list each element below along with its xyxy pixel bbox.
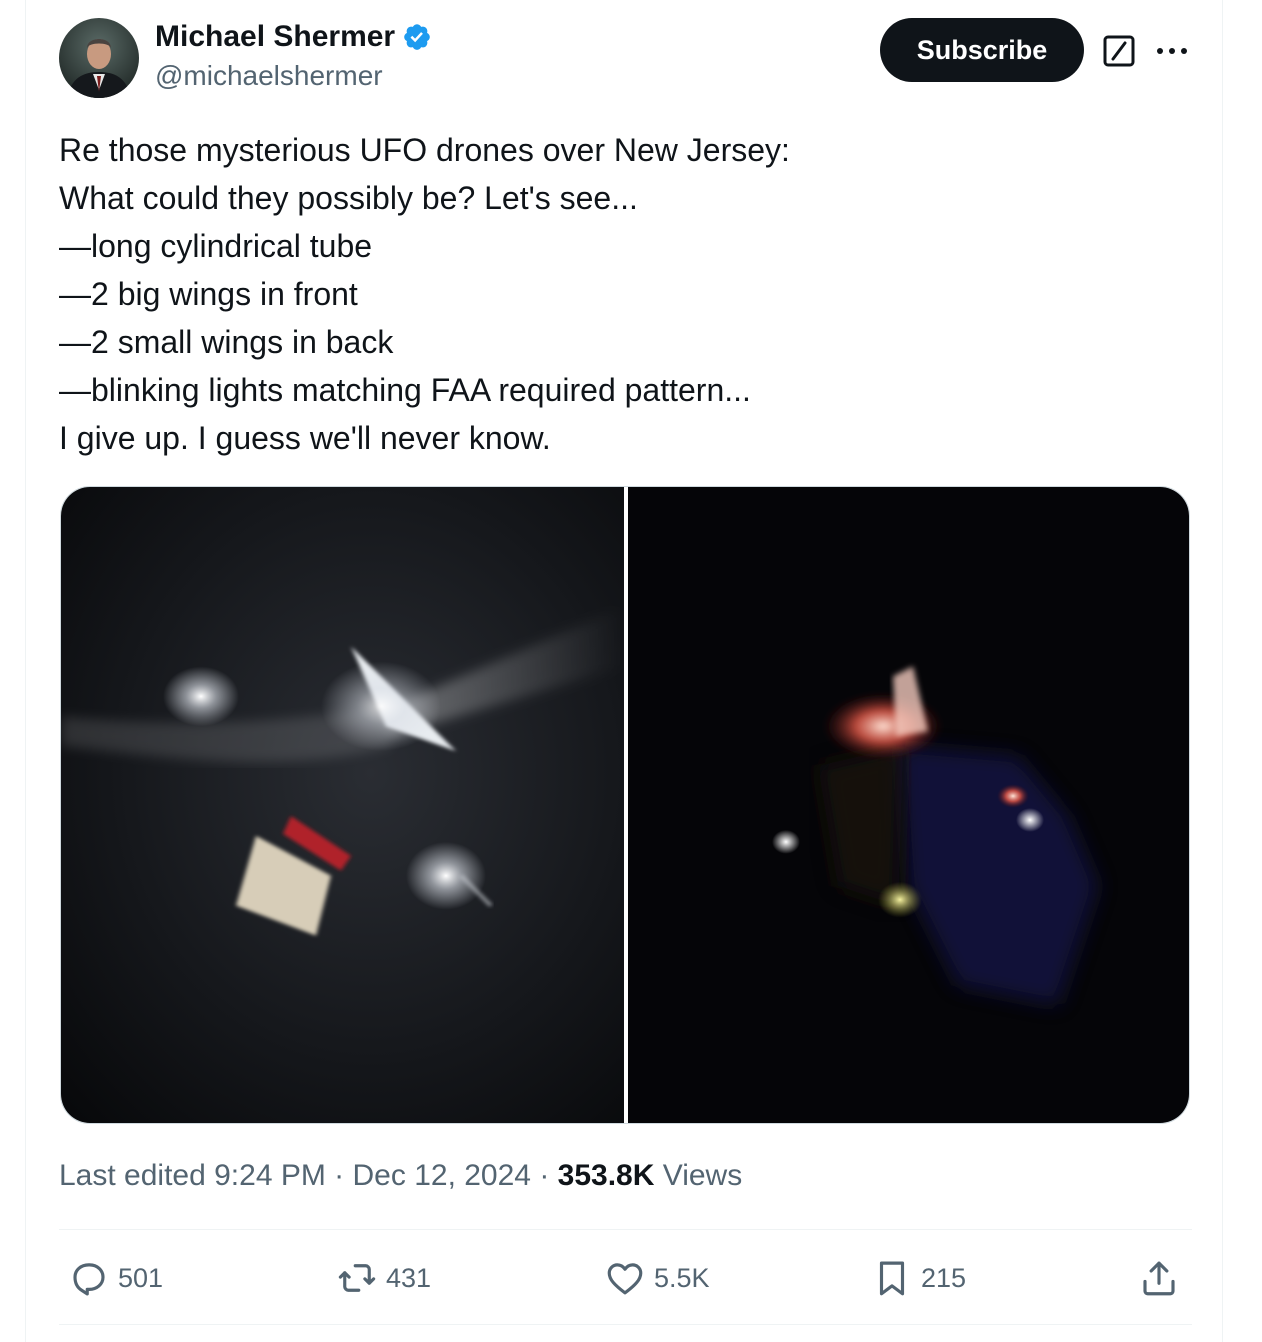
edited-label[interactable]: Last edited 9:24 PM xyxy=(59,1159,326,1192)
reply-count: 501 xyxy=(118,1262,164,1293)
tweet-line: —blinking lights matching FAA required p… xyxy=(59,372,751,408)
reply-button[interactable]: 501 xyxy=(68,1256,163,1300)
subscribe-button[interactable]: Subscribe xyxy=(880,18,1084,82)
meta-separator: · xyxy=(325,1159,353,1192)
tweet-text: Re those mysterious UFO drones over New … xyxy=(59,126,1159,462)
views-label: Views xyxy=(654,1159,743,1192)
share-button[interactable] xyxy=(1138,1256,1188,1300)
media-image-left[interactable] xyxy=(61,487,624,1123)
media-image-right[interactable] xyxy=(628,487,1190,1123)
bookmark-count: 215 xyxy=(921,1262,967,1293)
verified-badge-icon xyxy=(402,22,432,52)
repost-button[interactable]: 431 xyxy=(336,1256,431,1300)
reply-icon xyxy=(73,1263,105,1296)
tweet-date[interactable]: Dec 12, 2024 xyxy=(353,1159,531,1192)
author-name[interactable]: Michael Shermer xyxy=(155,18,395,56)
like-button[interactable]: 5.5K xyxy=(604,1256,710,1300)
repost-icon xyxy=(338,1264,376,1292)
avatar[interactable] xyxy=(59,18,139,98)
tweet-line: I give up. I guess we'll never know. xyxy=(59,420,551,456)
repost-count: 431 xyxy=(386,1262,432,1293)
divider xyxy=(59,1324,1192,1325)
tweet-line: —2 small wings in back xyxy=(59,324,394,360)
tweet-meta: Last edited 9:24 PM · Dec 12, 2024 · 353… xyxy=(59,1154,742,1198)
meta-separator: · xyxy=(530,1159,558,1192)
tweet-line: —long cylindrical tube xyxy=(59,228,373,264)
tweet-line: —2 big wings in front xyxy=(59,276,358,312)
share-icon xyxy=(1143,1261,1175,1296)
bookmark-button[interactable]: 215 xyxy=(871,1256,966,1300)
grok-icon[interactable] xyxy=(1101,33,1137,69)
author-handle[interactable]: @michaelshermer xyxy=(155,58,383,94)
author-name-row[interactable]: Michael Shermer xyxy=(155,18,432,56)
views-count: 353.8K xyxy=(557,1159,655,1192)
divider xyxy=(59,1229,1192,1230)
like-icon xyxy=(607,1263,643,1295)
tweet-line: Re those mysterious UFO drones over New … xyxy=(59,132,790,168)
tweet-line: What could they possibly be? Let's see..… xyxy=(59,180,638,216)
more-icon[interactable] xyxy=(1152,33,1192,69)
bookmark-icon xyxy=(879,1261,905,1296)
like-count: 5.5K xyxy=(654,1262,710,1293)
tweet-media xyxy=(60,486,1190,1124)
